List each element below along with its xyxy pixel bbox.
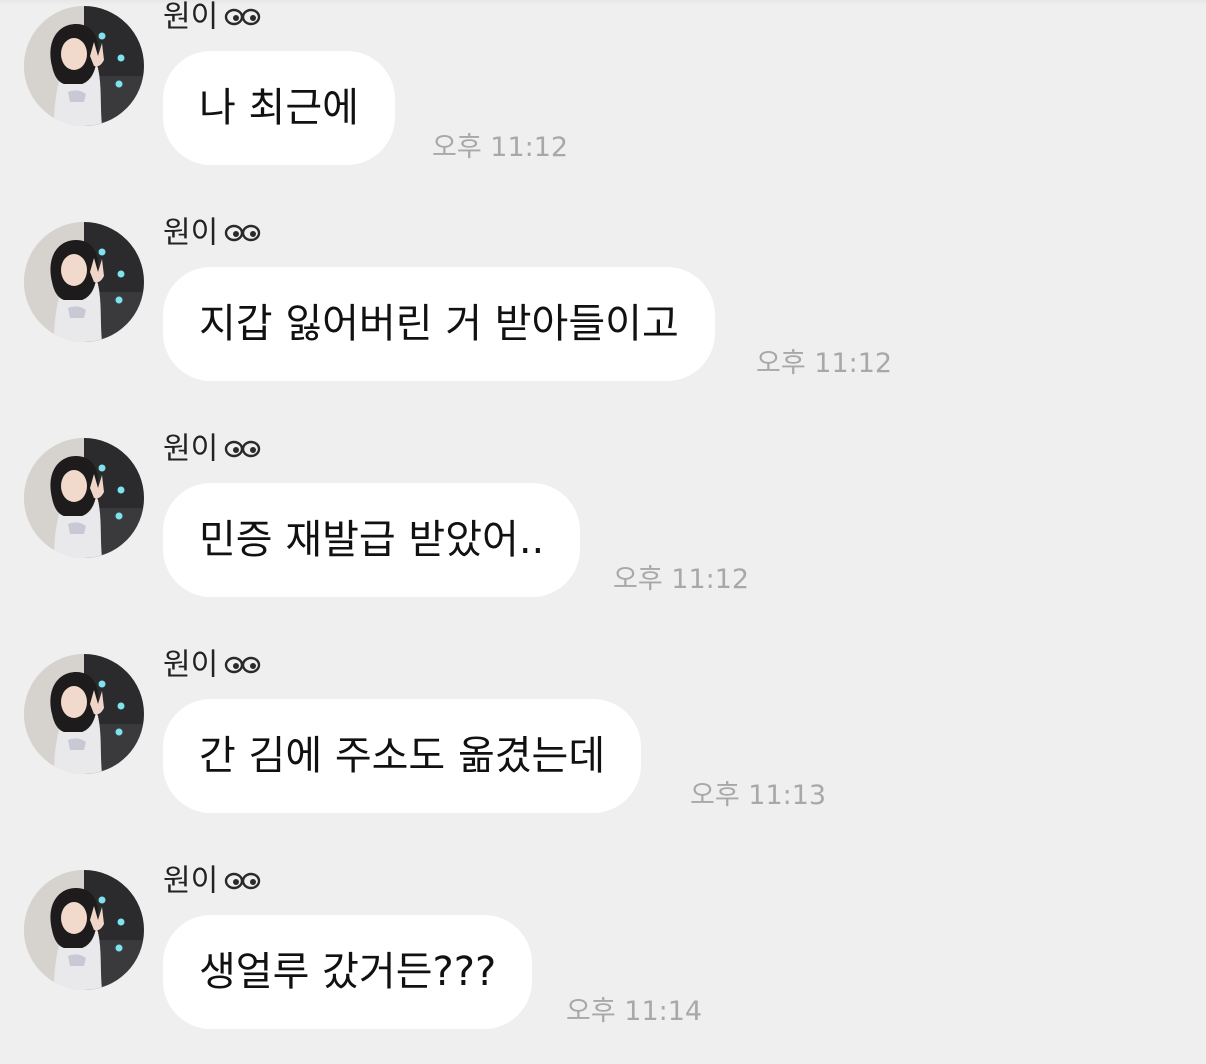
profile-photo-icon bbox=[24, 438, 144, 558]
message-timestamp: 오후 11:12 bbox=[756, 348, 893, 379]
message-timestamp: 오후 11:12 bbox=[432, 132, 569, 163]
sender-name: 원이 bbox=[163, 429, 262, 469]
eyes-icon bbox=[224, 0, 262, 38]
eyes-icon bbox=[224, 430, 262, 470]
profile-photo-icon bbox=[24, 6, 144, 126]
profile-photo-icon bbox=[24, 654, 144, 774]
message-bubble[interactable]: 생얼루 갔거든??? bbox=[163, 915, 533, 1029]
eyes-icon bbox=[224, 646, 262, 686]
chat-thread[interactable]: 원이 나 최근에 오후 11:12 원이 지갑 잃어버린 거 받아들이고 오후 … bbox=[0, 0, 1206, 1053]
profile-photo-icon bbox=[24, 870, 144, 990]
avatar[interactable] bbox=[24, 438, 144, 558]
message-timestamp: 오후 11:13 bbox=[690, 780, 827, 811]
avatar[interactable] bbox=[24, 6, 144, 126]
message-row: 원이 지갑 잃어버린 거 받아들이고 오후 11:12 bbox=[0, 216, 1206, 416]
eyes-icon bbox=[224, 862, 262, 902]
profile-photo-icon bbox=[24, 222, 144, 342]
message-bubble[interactable]: 민증 재발급 받았어.. bbox=[163, 483, 581, 597]
message-bubble[interactable]: 지갑 잃어버린 거 받아들이고 bbox=[163, 267, 715, 381]
sender-name: 원이 bbox=[163, 0, 262, 37]
message-timestamp: 오후 11:14 bbox=[566, 996, 703, 1027]
message-row: 원이 민증 재발급 받았어.. 오후 11:12 bbox=[0, 432, 1206, 632]
message-row: 원이 간 김에 주소도 옮겼는데 오후 11:13 bbox=[0, 648, 1206, 848]
message-timestamp: 오후 11:12 bbox=[613, 564, 750, 595]
message-bubble[interactable]: 나 최근에 bbox=[163, 51, 395, 165]
message-bubble[interactable]: 간 김에 주소도 옮겼는데 bbox=[163, 699, 642, 813]
avatar[interactable] bbox=[24, 654, 144, 774]
message-row: 원이 생얼루 갔거든??? 오후 11:14 bbox=[0, 864, 1206, 1064]
eyes-icon bbox=[224, 214, 262, 254]
avatar[interactable] bbox=[24, 222, 144, 342]
sender-name: 원이 bbox=[163, 861, 262, 901]
avatar[interactable] bbox=[24, 870, 144, 990]
sender-name: 원이 bbox=[163, 645, 262, 685]
message-row: 원이 나 최근에 오후 11:12 bbox=[0, 0, 1206, 200]
sender-name: 원이 bbox=[163, 213, 262, 253]
